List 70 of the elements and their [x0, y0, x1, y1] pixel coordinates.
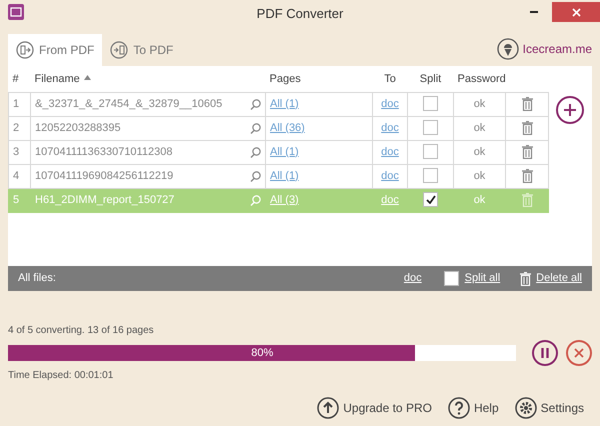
split-checkbox[interactable] [423, 120, 438, 136]
row-number: 3 [13, 146, 20, 158]
search-icon[interactable] [250, 122, 261, 134]
password-status: ok [474, 146, 486, 158]
delete-icon[interactable] [522, 96, 532, 111]
brand-link[interactable]: Icecream.me [496, 38, 592, 60]
plus-icon [563, 103, 577, 117]
app-logo-icon [8, 4, 24, 20]
filename: 12052203288395 [35, 120, 121, 136]
column-header[interactable]: Split [420, 72, 442, 84]
filename: H61_2DIMM_report_150727 [35, 192, 174, 208]
cancel-button[interactable] [566, 340, 592, 366]
window-title: PDF Converter [256, 5, 344, 23]
delete-icon[interactable] [522, 120, 532, 135]
row-number: 5 [13, 194, 20, 206]
export-icon [16, 41, 34, 59]
password-status: ok [474, 170, 486, 182]
search-icon[interactable] [250, 98, 261, 110]
split-checkbox[interactable] [423, 144, 438, 160]
password-status: ok [474, 194, 486, 206]
row-number: 1 [13, 98, 20, 110]
import-icon [110, 41, 128, 59]
filename: &_32371_&_27454_&_32879__10605 [35, 96, 222, 112]
brand-text[interactable]: Icecream.me [522, 40, 592, 58]
progress-percent: 80% [251, 346, 274, 361]
split-checkbox[interactable] [423, 96, 438, 112]
column-header[interactable]: Pages [270, 72, 301, 84]
split-checkbox[interactable] [423, 192, 438, 208]
progress-status: 4 of 5 converting. 13 of 16 pages [8, 324, 155, 338]
password-status: ok [474, 98, 486, 110]
search-icon[interactable] [250, 170, 261, 182]
sort-arrow-icon [84, 74, 91, 80]
tab[interactable]: From PDF [8, 34, 102, 66]
column-header[interactable]: # [12, 72, 19, 84]
column-header[interactable]: Filename [34, 72, 80, 84]
settings-button[interactable]: Settings [514, 397, 584, 419]
add-file-button[interactable] [556, 96, 584, 124]
column-header[interactable]: Password [458, 72, 506, 84]
help-icon [448, 397, 470, 419]
row-number: 4 [13, 170, 20, 182]
tab[interactable]: To PDF [102, 34, 182, 66]
time-elapsed: Time Elapsed: 00:01:01 [8, 369, 114, 383]
delete-icon[interactable] [522, 144, 532, 159]
row-number: 2 [13, 122, 20, 134]
delete-all-link[interactable]: Delete all [536, 270, 582, 287]
close-icon [572, 8, 580, 16]
split-all-checkbox[interactable] [444, 271, 459, 286]
all-files-label: All files: [18, 271, 56, 286]
upgrade-button[interactable]: Upgrade to PRO [317, 397, 432, 419]
split-checkbox[interactable] [423, 168, 438, 184]
search-icon[interactable] [250, 146, 261, 158]
close-icon [573, 347, 586, 359]
column-header[interactable]: To [384, 72, 396, 84]
filename: 10704111136330710112308 [35, 144, 172, 160]
split-all-link[interactable]: Split all [464, 270, 500, 287]
settings-icon [514, 397, 537, 419]
format-link[interactable]: doc [404, 270, 422, 287]
delete-icon[interactable] [522, 168, 532, 183]
pages-link[interactable]: All (1) [270, 146, 299, 158]
help-button[interactable]: Help [448, 397, 499, 419]
password-status: ok [474, 122, 486, 134]
pages-link[interactable]: All (36) [270, 122, 305, 134]
pages-link[interactable]: All (1) [270, 170, 299, 182]
ice-cream-icon [496, 38, 519, 60]
close-button[interactable] [552, 2, 600, 22]
pause-button[interactable] [532, 340, 558, 366]
minimize-icon [530, 11, 538, 13]
pages-link[interactable]: All (1) [270, 98, 299, 110]
pause-icon [540, 347, 550, 359]
filename: 10704111969084256112219 [35, 168, 174, 184]
